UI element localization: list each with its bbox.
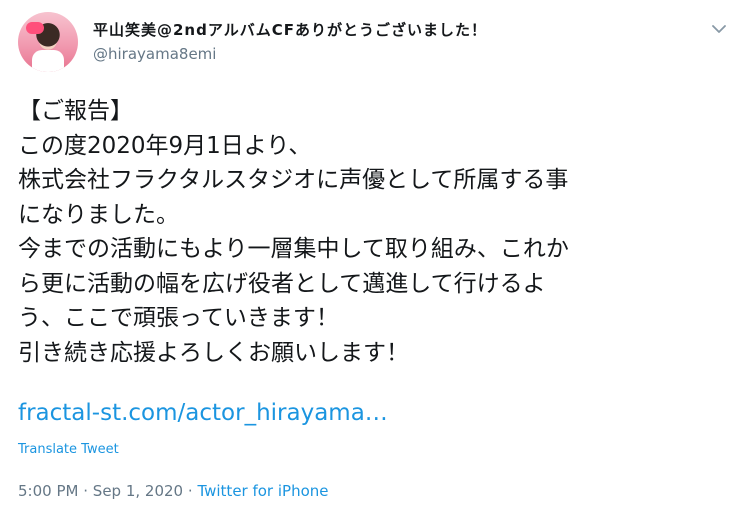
shirt [32,50,64,72]
tweet-meta: 5:00 PM · Sep 1, 2020 · Twitter for iPho… [18,482,329,500]
author-display-name[interactable]: 平山笑美@2ndアルバムCFありがとうございました！ [93,19,487,40]
tweet-time[interactable]: 5:00 PM [18,482,78,500]
tweet-line: ら更に活動の幅を広げ役者として邁進して行けるよ [18,270,546,297]
tweet: 平山笑美@2ndアルバムCFありがとうございました！ @hirayama8emi… [0,0,746,519]
tweet-line: 株式会社フラクタルスタジオに声優として所属する事 [18,167,569,193]
tweet-line: になりました。 [18,201,179,228]
meta-separator: · [83,482,89,500]
translate-tweet-link[interactable]: Translate Tweet [18,442,119,457]
hair-bow [26,22,44,34]
tweet-line: う、ここで頑張っていきます！ [18,305,339,331]
author-handle[interactable]: @hirayama8emi [93,45,216,63]
tweet-text: 【ご報告】 この度2020年9月1日より、 株式会社フラクタルスタジオに声優とし… [18,94,733,370]
tweet-line: この度2020年9月1日より、 [18,132,312,159]
chevron-down-icon[interactable] [708,18,730,40]
avatar[interactable] [18,12,78,72]
tweet-source[interactable]: Twitter for iPhone [197,482,328,500]
meta-separator: · [187,482,193,500]
tweet-line: 引き続き応援よろしくお願いします！ [18,339,409,366]
tweet-link[interactable]: fractal-st.com/actor_hirayama… [18,400,388,426]
tweet-line: 【ご報告】 [18,98,133,124]
tweet-date[interactable]: Sep 1, 2020 [93,482,183,500]
tweet-line: 今までの活動にもより一層集中して取り組み、これか [18,236,569,262]
